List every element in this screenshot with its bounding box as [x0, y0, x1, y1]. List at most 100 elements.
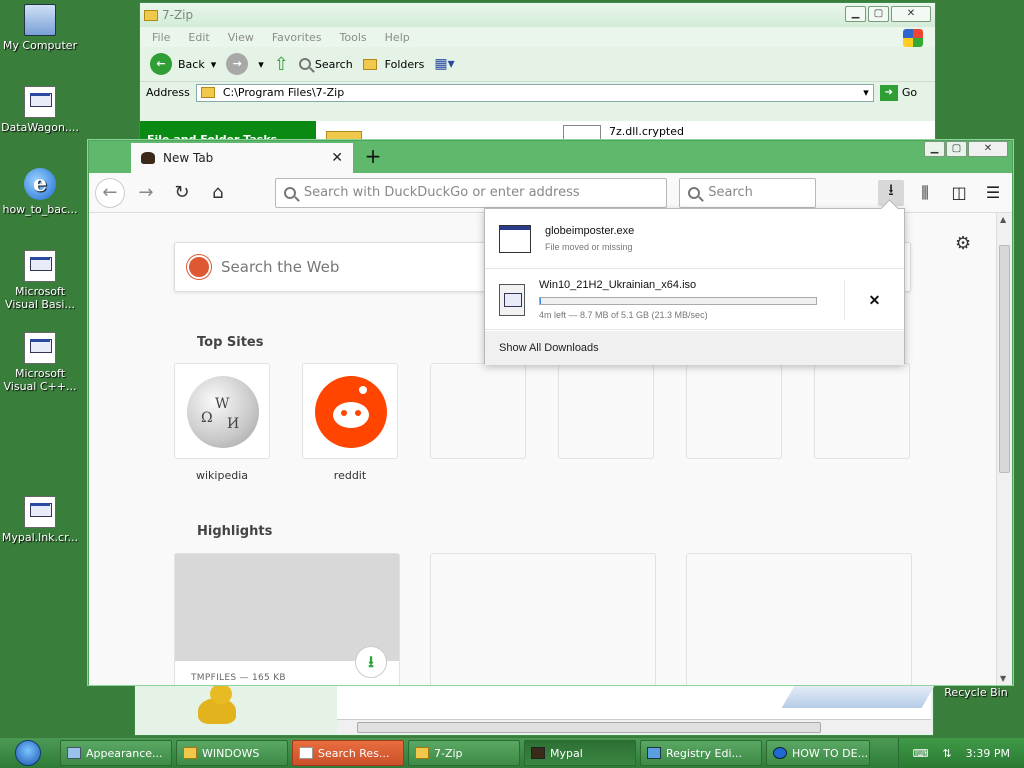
- menu-file[interactable]: File: [152, 31, 170, 44]
- go-button[interactable]: ➜ Go: [879, 84, 917, 101]
- desktop-icon-how-to-back[interactable]: e how_to_bac...: [0, 168, 80, 216]
- back-label: Back: [178, 57, 205, 71]
- taskbar-label: WINDOWS: [202, 746, 260, 760]
- dog-head: [210, 684, 232, 704]
- top-sites-title: Top Sites: [197, 335, 264, 350]
- download-name: Win10_21H2_Ukrainian_x64.iso: [539, 279, 697, 291]
- close-button[interactable]: ✕: [968, 141, 1008, 157]
- scrollbar-thumb[interactable]: [357, 722, 821, 733]
- chevron-down-icon[interactable]: ▾: [863, 86, 873, 99]
- folders-button[interactable]: Folders: [362, 58, 424, 71]
- taskbar-label: Appearance...: [86, 746, 163, 760]
- desktop-icon-mypal-lnk[interactable]: Mypal.lnk.cr...: [0, 496, 80, 544]
- desktop-icon-visual-basic[interactable]: Microsoft Visual Basi...: [0, 250, 80, 311]
- horizontal-scrollbar[interactable]: [337, 719, 931, 734]
- address-value: C:\Program Files\7-Zip: [222, 86, 345, 99]
- duckduckgo-logo-icon: [187, 255, 211, 279]
- minimize-button[interactable]: ▁: [845, 6, 866, 22]
- clock[interactable]: 3:39 PM: [966, 747, 1010, 760]
- highlight-card[interactable]: ⭳ TMPFILES — 165 KB: [174, 553, 400, 685]
- search-label: Search: [314, 57, 353, 71]
- folder-icon: [362, 58, 377, 70]
- maximize-button[interactable]: ▢: [946, 141, 967, 157]
- taskbar-button-mypal[interactable]: Mypal: [524, 740, 636, 766]
- document-icon: [24, 496, 56, 528]
- top-site-wikipedia[interactable]: W Ω И: [174, 363, 270, 459]
- search-button[interactable]: Search: [298, 57, 353, 71]
- new-tab-button[interactable]: +: [361, 144, 385, 168]
- views-button[interactable]: ▦▾: [434, 56, 454, 72]
- desktop-icon-label: Mypal.lnk.cr...: [1, 531, 79, 544]
- back-button[interactable]: ←: [95, 177, 125, 208]
- menu-edit[interactable]: Edit: [188, 31, 209, 44]
- explorer-titlebar[interactable]: 7-Zip: [140, 3, 935, 27]
- internet-explorer-icon: [773, 747, 787, 759]
- desktop-icon-datawagon[interactable]: DataWagon....: [0, 86, 80, 134]
- menu-view[interactable]: View: [228, 31, 254, 44]
- taskbar-button-how-to[interactable]: HOW TO DE...: [766, 740, 870, 766]
- download-item[interactable]: globeimposter.exe File moved or missing: [485, 209, 904, 269]
- download-status: File moved or missing: [545, 242, 633, 252]
- library-icon[interactable]: ⫼: [912, 180, 938, 206]
- iso-file-icon: [499, 283, 525, 316]
- forward-button[interactable]: →: [131, 178, 161, 208]
- taskbar: Appearance... WINDOWS Search Res... 7-Zi…: [0, 738, 1024, 768]
- taskbar-button-registry-editor[interactable]: Registry Edi...: [640, 740, 762, 766]
- show-all-downloads-button[interactable]: Show All Downloads: [485, 331, 904, 365]
- chevron-down-icon[interactable]: ▾: [258, 58, 264, 71]
- cancel-download-icon[interactable]: ✕: [844, 280, 904, 320]
- close-button[interactable]: ✕: [891, 6, 931, 22]
- taskbar-button-windows[interactable]: WINDOWS: [176, 740, 288, 766]
- sidebar-icon[interactable]: ◫: [946, 180, 972, 206]
- tab-bar: New Tab ✕ + ▁ ▢ ✕: [89, 141, 1012, 173]
- search-bar[interactable]: Search: [679, 177, 816, 208]
- taskbar-label: Mypal: [550, 746, 583, 760]
- explorer-toolbar: ← Back ▾ → ▾ ⇧ Search Folders ▦▾: [140, 47, 935, 81]
- menu-tools[interactable]: Tools: [340, 31, 367, 44]
- taskbar-button-appearance[interactable]: Appearance...: [60, 740, 172, 766]
- maximize-button[interactable]: ▢: [868, 6, 889, 22]
- top-site-empty: [430, 363, 526, 459]
- desktop-icon-visual-cpp[interactable]: Microsoft Visual C++...: [0, 332, 80, 393]
- download-item[interactable]: Win10_21H2_Ukrainian_x64.iso 4m left — 8…: [485, 270, 904, 330]
- start-button[interactable]: [0, 738, 56, 768]
- hamburger-menu-icon[interactable]: ☰: [980, 180, 1006, 206]
- top-site-empty: [686, 363, 782, 459]
- tab-title: New Tab: [163, 151, 214, 165]
- wikipedia-globe-icon: W Ω И: [187, 376, 259, 448]
- address-input[interactable]: C:\Program Files\7-Zip ▾: [195, 83, 874, 102]
- menu-help[interactable]: Help: [385, 31, 410, 44]
- computer-icon: [24, 4, 56, 36]
- scroll-up-icon[interactable]: ▲: [1000, 215, 1006, 224]
- reddit-antenna: [359, 386, 367, 394]
- url-bar[interactable]: Search with DuckDuckGo or enter address: [274, 177, 668, 208]
- back-button[interactable]: ← Back ▾: [150, 53, 216, 75]
- download-progress-bar: [539, 297, 817, 305]
- top-site-reddit[interactable]: [302, 363, 398, 459]
- reddit-logo-icon: [315, 376, 387, 448]
- gear-icon[interactable]: ⚙: [955, 233, 971, 254]
- keyboard-icon[interactable]: ⌨: [913, 747, 929, 760]
- menu-favorites[interactable]: Favorites: [272, 31, 322, 44]
- taskbar-button-search-results[interactable]: Search Res...: [292, 740, 404, 766]
- vertical-scrollbar[interactable]: ▲ ▼: [996, 213, 1012, 685]
- desktop-icon-recycle-bin[interactable]: Recycle Bin: [940, 686, 1012, 699]
- taskbar-label: 7-Zip: [434, 746, 463, 760]
- reload-button[interactable]: ↻: [167, 178, 197, 208]
- search-companion-dog-icon[interactable]: [190, 684, 246, 728]
- taskbar-button-7zip[interactable]: 7-Zip: [408, 740, 520, 766]
- up-folder-button[interactable]: ⇧: [274, 54, 289, 75]
- scrollbar-thumb[interactable]: [999, 245, 1010, 473]
- tab-new-tab[interactable]: New Tab ✕: [131, 143, 353, 173]
- minimize-button[interactable]: ▁: [924, 141, 945, 157]
- glass-shape-icon: [781, 686, 935, 708]
- home-button[interactable]: ⌂: [203, 178, 233, 208]
- download-icon: ⭳: [355, 646, 387, 678]
- forward-button[interactable]: →: [226, 53, 249, 75]
- display-properties-icon: [67, 747, 81, 759]
- scroll-down-icon[interactable]: ▼: [1000, 674, 1006, 683]
- mypal-icon: [531, 747, 545, 759]
- desktop-icon-my-computer[interactable]: My Computer: [0, 4, 80, 52]
- close-tab-icon[interactable]: ✕: [331, 150, 343, 166]
- network-icon[interactable]: ⇅: [942, 747, 951, 760]
